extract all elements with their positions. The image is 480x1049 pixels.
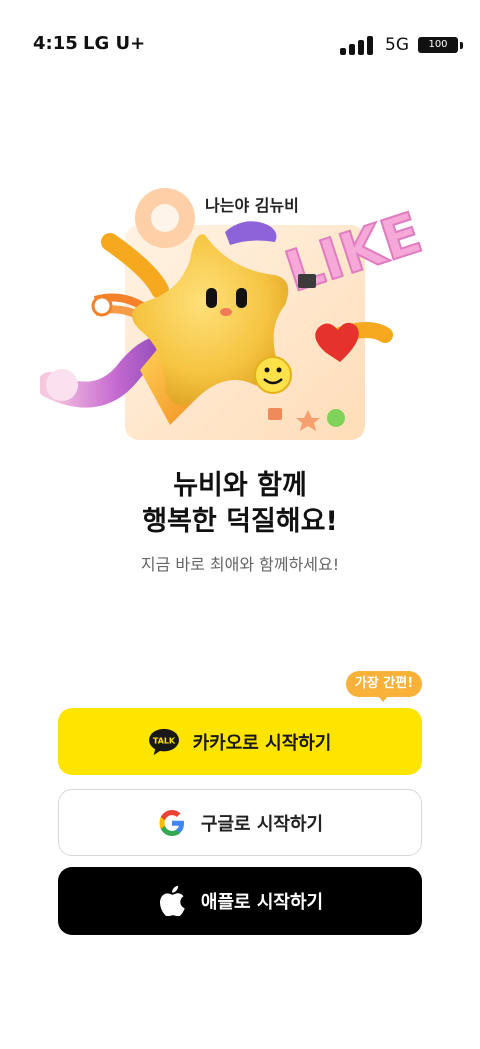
kakao-login-label: 카카오로 시작하기 xyxy=(192,732,332,754)
hero-caption: 나는야 김뉴비 xyxy=(205,196,299,215)
headline-line-1: 뉴비와 함께 xyxy=(173,470,307,501)
headline: 뉴비와 함께 행복한 덕질해요! xyxy=(0,468,480,540)
google-icon xyxy=(157,808,187,838)
hero-illustration: LIKE xyxy=(40,188,430,440)
subline: 지금 바로 최애와 함께하세요! xyxy=(140,555,340,574)
apple-login-button[interactable]: 애플로 시작하기 xyxy=(58,867,422,935)
status-carrier: LG U+ xyxy=(83,33,146,54)
tooltip-tail xyxy=(378,696,388,702)
svg-text:TALK: TALK xyxy=(153,736,176,745)
battery-tip xyxy=(460,42,463,49)
green-badge xyxy=(327,409,345,427)
google-login-label: 구글로 시작하기 xyxy=(200,813,324,835)
signal-icon xyxy=(340,35,376,55)
apple-login-label: 애플로 시작하기 xyxy=(200,892,324,913)
google-login-button[interactable]: 구글로 시작하기 xyxy=(58,789,422,856)
kakao-talk-icon: TALK xyxy=(148,727,179,757)
flower-shape xyxy=(91,295,113,317)
network-type: 5G xyxy=(385,35,409,55)
apple-icon xyxy=(157,886,187,916)
status-bar: 4:15 LG U+ 5G 100 xyxy=(0,0,480,80)
status-time: 4:15 xyxy=(33,33,78,54)
smiley-badge xyxy=(254,356,292,394)
headline-line-2: 행복한 덕질해요! xyxy=(142,506,338,537)
battery-icon: 100 xyxy=(418,37,458,53)
kakao-login-button[interactable]: TALK 카카오로 시작하기 xyxy=(58,708,422,775)
easiest-tooltip: 가장 간편! xyxy=(346,671,422,697)
